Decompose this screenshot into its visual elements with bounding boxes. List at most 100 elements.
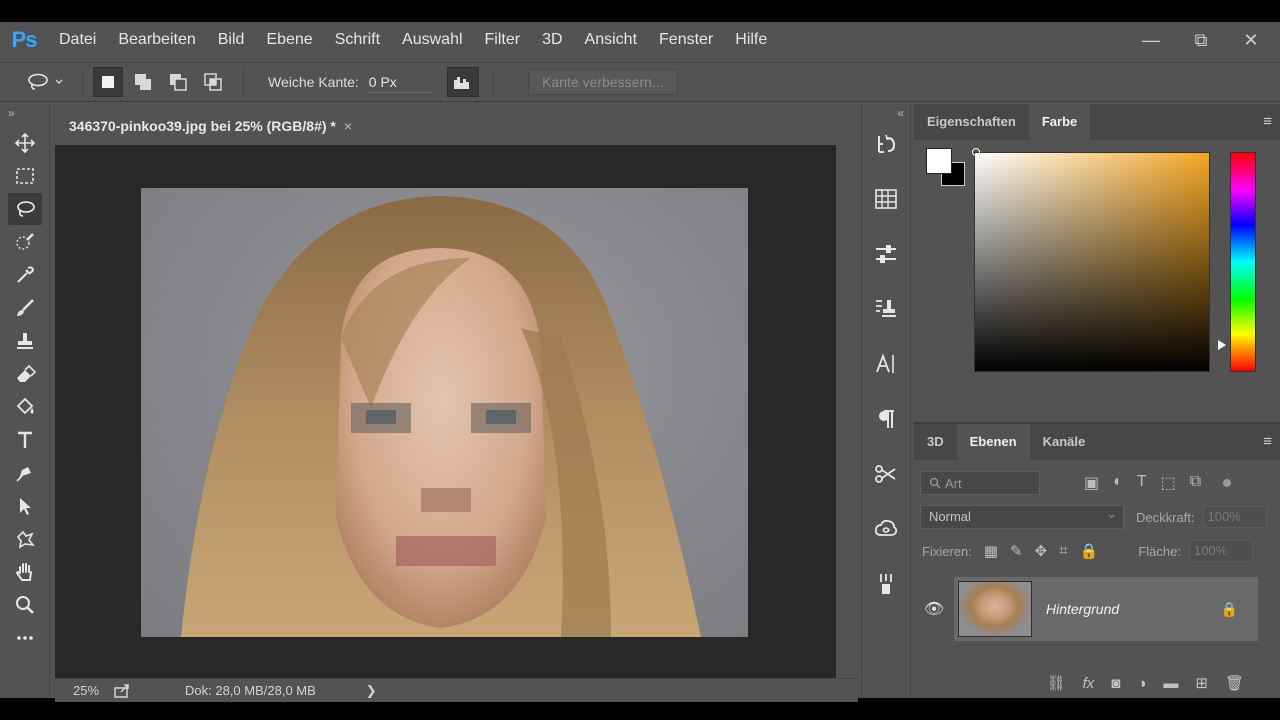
eraser-tool[interactable]: [8, 358, 42, 390]
tab-eigenschaften[interactable]: Eigenschaften: [914, 104, 1029, 140]
layers-panel-menu-icon[interactable]: ≡: [1263, 424, 1272, 460]
document-tab-title: 346370-pinkoo39.jpg bei 25% (RGB/8#) *: [69, 118, 336, 134]
new-layer-icon[interactable]: ⊞: [1195, 674, 1208, 692]
canvas[interactable]: [55, 145, 836, 678]
character-panel-button[interactable]: [868, 346, 904, 382]
menu-datei[interactable]: Datei: [48, 22, 107, 58]
blend-mode-select[interactable]: Normal: [920, 503, 1124, 529]
menu-fenster[interactable]: Fenster: [648, 22, 724, 58]
collapse-dock-icon[interactable]: «: [862, 104, 910, 126]
add-to-selection-button[interactable]: [128, 67, 158, 97]
menu-3d[interactable]: 3D: [531, 22, 573, 58]
paragraph-panel-button[interactable]: [868, 401, 904, 437]
lock-pixels-icon[interactable]: ✎: [1010, 542, 1023, 560]
new-group-folder-icon[interactable]: ▬: [1163, 675, 1178, 692]
filter-toggle[interactable]: [1223, 479, 1232, 487]
clone-stamp-tool[interactable]: [8, 325, 42, 357]
type-filter-icon[interactable]: T: [1137, 473, 1147, 493]
intersect-selection-button[interactable]: [198, 67, 228, 97]
tab-farbe[interactable]: Farbe: [1028, 104, 1091, 140]
pixel-filter-icon[interactable]: ▣: [1084, 473, 1099, 493]
move-tool[interactable]: [8, 127, 42, 159]
history-panel-button[interactable]: [868, 126, 904, 162]
marquee-tool[interactable]: [8, 160, 42, 192]
document-area: 346370-pinkoo39.jpg bei 25% (RGB/8#) * ×: [55, 108, 858, 702]
visibility-eye-icon[interactable]: 👁: [914, 599, 954, 619]
adjustments-panel-button[interactable]: [868, 236, 904, 272]
hue-slider[interactable]: [1230, 152, 1256, 372]
vertical-scrollbar[interactable]: [836, 145, 858, 678]
close-window-button[interactable]: ✕: [1240, 30, 1262, 51]
menu-bearbeiten[interactable]: Bearbeiten: [107, 22, 206, 58]
refine-edge-button[interactable]: Kante verbessern...: [527, 69, 678, 95]
delete-layer-trash-icon[interactable]: 🗑: [1225, 674, 1244, 692]
hue-slider-marker[interactable]: [1218, 340, 1226, 350]
magnifier-icon: [16, 596, 34, 614]
fx-icon[interactable]: fx: [1083, 675, 1095, 692]
lock-artboard-icon[interactable]: ⌗: [1059, 542, 1067, 560]
color-field[interactable]: [974, 152, 1210, 372]
pen-tool[interactable]: [8, 457, 42, 489]
subtract-from-selection-button[interactable]: [163, 67, 193, 97]
tab-3d[interactable]: 3D: [914, 424, 957, 460]
hand-tool[interactable]: [8, 556, 42, 588]
paint-bucket-tool[interactable]: [8, 391, 42, 423]
smart-object-filter-icon[interactable]: ⧉: [1190, 473, 1201, 493]
lock-position-icon[interactable]: ✥: [1035, 542, 1048, 560]
lock-all-icon[interactable]: 🔒: [1080, 542, 1099, 560]
link-layers-icon[interactable]: ⛓: [1047, 674, 1066, 692]
collapse-toolbar-icon[interactable]: »: [0, 104, 49, 126]
layer-selected[interactable]: Hintergrund 🔒: [954, 577, 1258, 641]
eraser-icon: [17, 364, 36, 382]
quick-selection-tool[interactable]: [8, 226, 42, 258]
panel-menu-icon[interactable]: ≡: [1263, 104, 1272, 140]
tool-preset-picker[interactable]: [26, 72, 72, 92]
fill-input[interactable]: 100%: [1188, 540, 1253, 562]
menu-bild[interactable]: Bild: [207, 22, 256, 58]
feather-input[interactable]: 0 Px: [366, 71, 433, 93]
restore-button[interactable]: ⧉: [1190, 30, 1212, 51]
pilcrow-icon: [879, 410, 894, 428]
clone-source-panel-button[interactable]: [868, 291, 904, 327]
document-tab[interactable]: 346370-pinkoo39.jpg bei 25% (RGB/8#) * ×: [55, 108, 385, 144]
lasso-tool[interactable]: [8, 193, 42, 225]
document-image[interactable]: [141, 188, 748, 637]
add-mask-icon[interactable]: ◙: [1111, 675, 1120, 692]
menu-hilfe[interactable]: Hilfe: [724, 22, 778, 58]
anti-alias-button[interactable]: [446, 67, 479, 97]
menu-auswahl[interactable]: Auswahl: [391, 22, 473, 58]
tab-kanaele[interactable]: Kanäle: [1030, 424, 1099, 460]
menu-filter[interactable]: Filter: [474, 22, 532, 58]
zoom-level[interactable]: 25%: [73, 683, 113, 698]
layer-filter-select[interactable]: Art: [920, 471, 1040, 495]
new-adjustment-icon[interactable]: ◑: [1137, 675, 1146, 692]
status-menu-arrow-icon[interactable]: ❯: [366, 683, 377, 699]
share-icon[interactable]: [113, 683, 131, 699]
menu-schrift[interactable]: Schrift: [324, 22, 391, 58]
type-tool[interactable]: [8, 424, 42, 456]
brush-presets-panel-button[interactable]: [868, 566, 904, 602]
path-selection-tool[interactable]: [8, 490, 42, 522]
more-tools[interactable]: [8, 622, 42, 654]
foreground-color-swatch[interactable]: [926, 148, 952, 174]
new-selection-button[interactable]: [93, 67, 123, 97]
menu-ebene[interactable]: Ebene: [255, 22, 323, 58]
menu-ansicht[interactable]: Ansicht: [574, 22, 648, 58]
zoom-tool[interactable]: [8, 589, 42, 621]
lock-transparency-icon[interactable]: ▦: [984, 542, 998, 560]
libraries-panel-button[interactable]: [868, 511, 904, 547]
layer-row[interactable]: 👁 Hintergrund 🔒: [914, 576, 1280, 642]
eyedropper-tool[interactable]: [8, 259, 42, 291]
shape-filter-icon[interactable]: ⬚: [1161, 473, 1176, 493]
tab-ebenen[interactable]: Ebenen: [956, 424, 1030, 460]
brush-tool[interactable]: [8, 292, 42, 324]
color-field-marker[interactable]: [972, 148, 980, 156]
layer-name[interactable]: Hintergrund: [1046, 601, 1221, 617]
tool-presets-panel-button[interactable]: [868, 456, 904, 492]
custom-shape-tool[interactable]: [8, 523, 42, 555]
opacity-input[interactable]: 100%: [1202, 506, 1267, 528]
close-document-icon[interactable]: ×: [344, 118, 352, 134]
adjustment-filter-icon[interactable]: ◐: [1113, 473, 1123, 493]
minimize-button[interactable]: —: [1140, 30, 1162, 51]
swatches-panel-button[interactable]: [868, 181, 904, 217]
